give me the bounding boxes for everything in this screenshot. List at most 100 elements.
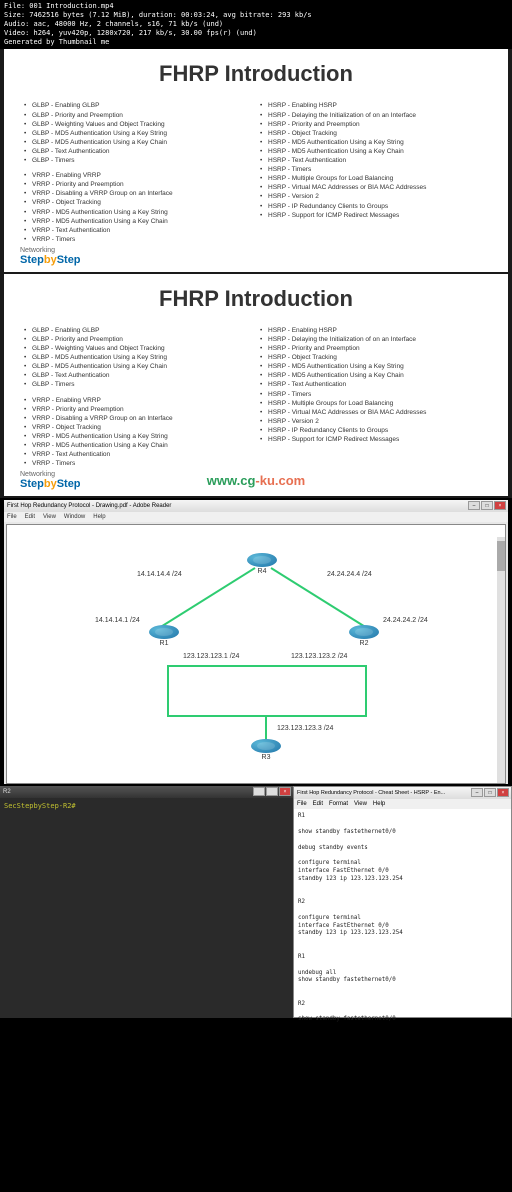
- bullet-item: VRRP - MD5 Authentication Using a Key Ch…: [24, 441, 252, 450]
- bullet-item: HSRP - Support for ICMP Redirect Message…: [260, 211, 488, 220]
- bullet-item: GLBP - Priority and Preemption: [24, 335, 252, 344]
- bullet-item: VRRP - MD5 Authentication Using a Key Ch…: [24, 217, 252, 226]
- bullet-item: VRRP - Object Tracking: [24, 423, 252, 432]
- notepad-window[interactable]: First Hop Redundancy Protocol - Cheat Sh…: [293, 786, 512, 1018]
- bullet-item: HSRP - Timers: [260, 165, 488, 174]
- close-button[interactable]: ×: [494, 501, 506, 510]
- bullet-item: HSRP - Timers: [260, 390, 488, 399]
- ip-label: 123.123.123.3 /24: [277, 725, 333, 732]
- menu-item[interactable]: Edit: [25, 514, 35, 520]
- bullet-item: HSRP - Multiple Groups for Load Balancin…: [260, 174, 488, 183]
- notepad-title: First Hop Redundancy Protocol - Cheat Sh…: [297, 790, 445, 796]
- bullet-item: HSRP - IP Redundancy Clients to Groups: [260, 202, 488, 211]
- bullet-item: GLBP - Text Authentication: [24, 371, 252, 380]
- router-r2: R2: [347, 625, 381, 647]
- bullet-item: HSRP - Text Authentication: [260, 156, 488, 165]
- menu-item[interactable]: Window: [64, 514, 85, 520]
- bullet-item: GLBP - Enabling GLBP: [24, 326, 252, 335]
- bullet-item: GLBP - Enabling GLBP: [24, 101, 252, 110]
- bullet-item: VRRP - Priority and Preemption: [24, 180, 252, 189]
- bullet-item: VRRP - Object Tracking: [24, 198, 252, 207]
- menu-item[interactable]: View: [354, 801, 367, 807]
- notepad-menubar[interactable]: File Edit Format View Help: [294, 799, 511, 809]
- ip-label: 24.24.24.4 /24: [327, 571, 372, 578]
- file-info-overlay: File: 001 Introduction.mp4 Size: 7462516…: [0, 0, 512, 49]
- bullet-item: HSRP - Enabling HSRP: [260, 101, 488, 110]
- bullet-item: VRRP - Text Authentication: [24, 450, 252, 459]
- ip-label: 123.123.123.2 /24: [291, 653, 347, 660]
- bullet-item: VRRP - Timers: [24, 235, 252, 244]
- bullet-item: VRRP - MD5 Authentication Using a Key St…: [24, 208, 252, 217]
- notepad-body[interactable]: R1 show standby fastethernet0/0 debug st…: [294, 809, 511, 1028]
- slide-1: FHRP Introduction GLBP - Enabling GLBPGL…: [0, 49, 512, 273]
- maximize-button[interactable]: □: [484, 788, 496, 797]
- menu-item[interactable]: Help: [373, 801, 385, 807]
- bullet-item: HSRP - MD5 Authentication Using a Key Ch…: [260, 371, 488, 380]
- slide-2: FHRP Introduction GLBP - Enabling GLBPGL…: [0, 274, 512, 498]
- ip-label: 14.14.14.1 /24: [95, 617, 140, 624]
- left-column: GLBP - Enabling GLBPGLBP - Priority and …: [24, 101, 252, 243]
- network-diagram[interactable]: R4 R1 R2 R3 14.14.14.4 /24 24.24.24.4 /2…: [6, 524, 506, 784]
- pdf-menubar[interactable]: File Edit View Window Help: [4, 512, 508, 522]
- minimize-button[interactable]: –: [253, 787, 265, 796]
- bullet-item: GLBP - Timers: [24, 380, 252, 389]
- bullet-item: VRRP - Disabling a VRRP Group on an Inte…: [24, 189, 252, 198]
- terminal-body[interactable]: SecStepbyStep-R2#: [0, 798, 293, 814]
- menu-item[interactable]: Help: [93, 514, 105, 520]
- bullet-item: GLBP - Text Authentication: [24, 147, 252, 156]
- maximize-button[interactable]: □: [481, 501, 493, 510]
- bullet-item: GLBP - Priority and Preemption: [24, 111, 252, 120]
- bullet-item: VRRP - Disabling a VRRP Group on an Inte…: [24, 414, 252, 423]
- right-column: HSRP - Enabling HSRPHSRP - Delaying the …: [260, 326, 488, 468]
- minimize-button[interactable]: –: [468, 501, 480, 510]
- bullet-item: HSRP - Enabling HSRP: [260, 326, 488, 335]
- menu-item[interactable]: Format: [329, 801, 348, 807]
- bullet-item: GLBP - MD5 Authentication Using a Key Ch…: [24, 138, 252, 147]
- terminal-titlebar[interactable]: R2 – □ ×: [0, 786, 293, 798]
- left-column: GLBP - Enabling GLBPGLBP - Priority and …: [24, 326, 252, 468]
- bullet-item: HSRP - Delaying the Initialization of on…: [260, 335, 488, 344]
- bullet-item: VRRP - Text Authentication: [24, 226, 252, 235]
- menu-item[interactable]: File: [297, 801, 307, 807]
- terminal-window[interactable]: R2 – □ × SecStepbyStep-R2#: [0, 786, 293, 1018]
- bullet-item: HSRP - Virtual MAC Addresses or BIA MAC …: [260, 183, 488, 192]
- slide-title: FHRP Introduction: [24, 61, 488, 87]
- right-column: HSRP - Enabling HSRPHSRP - Delaying the …: [260, 101, 488, 243]
- bullet-item: HSRP - Priority and Preemption: [260, 120, 488, 129]
- close-button[interactable]: ×: [497, 788, 509, 797]
- menu-item[interactable]: File: [7, 514, 17, 520]
- bullet-item: GLBP - Weighting Values and Object Track…: [24, 344, 252, 353]
- bullet-item: HSRP - Priority and Preemption: [260, 344, 488, 353]
- maximize-button[interactable]: □: [266, 787, 278, 796]
- pdf-titlebar[interactable]: First Hop Redundancy Protocol - Drawing.…: [4, 500, 508, 512]
- bullet-item: HSRP - MD5 Authentication Using a Key Ch…: [260, 147, 488, 156]
- router-r1: R1: [147, 625, 181, 647]
- minimize-button[interactable]: –: [471, 788, 483, 797]
- menu-item[interactable]: View: [43, 514, 56, 520]
- bullet-item: VRRP - Enabling VRRP: [24, 396, 252, 405]
- close-button[interactable]: ×: [279, 787, 291, 796]
- bullet-item: GLBP - MD5 Authentication Using a Key St…: [24, 353, 252, 362]
- site-watermark: www.cg-ku.com: [207, 473, 305, 488]
- bullet-item: VRRP - Enabling VRRP: [24, 171, 252, 180]
- bullet-item: HSRP - Delaying the Initialization of on…: [260, 111, 488, 120]
- notepad-titlebar[interactable]: First Hop Redundancy Protocol - Cheat Sh…: [294, 787, 511, 799]
- bullet-item: HSRP - Version 2: [260, 192, 488, 201]
- terminal-title: R2: [3, 789, 11, 795]
- ip-label: 24.24.24.2 /24: [383, 617, 428, 624]
- menu-item[interactable]: Edit: [313, 801, 323, 807]
- bullet-item: VRRP - Priority and Preemption: [24, 405, 252, 414]
- slide-title: FHRP Introduction: [24, 286, 488, 312]
- pdf-title: First Hop Redundancy Protocol - Drawing.…: [7, 503, 171, 509]
- bullet-item: HSRP - Version 2: [260, 417, 488, 426]
- brand-logo: Networking StepbyStep: [20, 247, 81, 266]
- bullet-item: GLBP - Timers: [24, 156, 252, 165]
- bullet-item: GLBP - Weighting Values and Object Track…: [24, 120, 252, 129]
- bullet-item: HSRP - IP Redundancy Clients to Groups: [260, 426, 488, 435]
- bullet-item: VRRP - Timers: [24, 459, 252, 468]
- pdf-reader-window: First Hop Redundancy Protocol - Drawing.…: [4, 500, 508, 784]
- bullet-item: HSRP - Text Authentication: [260, 380, 488, 389]
- bullet-item: HSRP - MD5 Authentication Using a Key St…: [260, 138, 488, 147]
- scrollbar[interactable]: [497, 537, 505, 783]
- bullet-item: HSRP - Object Tracking: [260, 353, 488, 362]
